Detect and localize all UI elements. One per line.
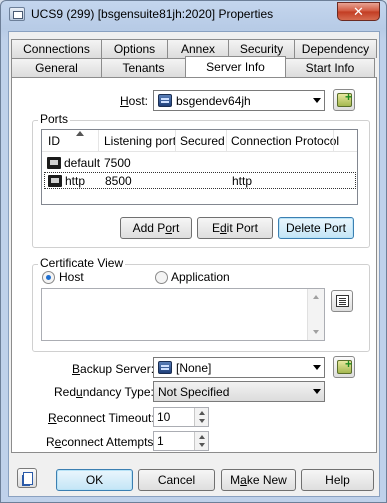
reconnect-timeout-spinner[interactable]: 10 [153,407,209,427]
copy-icon[interactable] [17,468,37,488]
certificate-scrollbar[interactable] [307,289,324,340]
certificate-details-button[interactable] [331,290,353,312]
spinner-buttons[interactable] [194,408,208,426]
close-button[interactable]: ✕ [337,2,380,21]
cancel-button[interactable]: Cancel [138,469,215,491]
tab-general[interactable]: General [11,58,102,77]
reconnect-attempts-label: Reconnect Attempts: [46,435,157,449]
server-icon [158,361,172,374]
host-add-button[interactable] [333,89,355,111]
host-value: bsgendev64jh [176,94,251,108]
edit-port-button[interactable]: Edit Port [197,217,273,239]
ok-button[interactable]: OK [56,469,133,491]
backup-server-label: Backup Server: [72,362,155,376]
tab-options[interactable]: Options [101,39,168,58]
tab-row-2: General Tenants Server Info Start Info [11,56,375,77]
chevron-down-icon [313,389,321,394]
column-id[interactable]: ID [48,134,60,148]
column-separator[interactable] [226,130,227,152]
tab-dependency[interactable]: Dependency [294,39,377,58]
application-radio[interactable] [155,271,168,284]
spin-up-icon[interactable] [199,435,205,439]
delete-port-button[interactable]: Delete Port [278,217,354,239]
scroll-up-icon[interactable] [313,295,319,299]
certificate-view-title: Certificate View [38,256,126,270]
ports-group-title: Ports [38,112,71,126]
application-radio-label[interactable]: Application [171,270,230,284]
spinner-buttons[interactable] [194,432,208,450]
redundancy-type-value: Not Specified [158,385,230,399]
port-number: 7500 [104,156,131,170]
table-row[interactable]: http 8500 http [44,172,356,189]
title-bar[interactable]: UCS9 (299) [bsgensuite81jh:2020] Propert… [1,1,386,29]
chevron-down-icon [313,98,321,103]
sort-ascending-icon [76,131,84,136]
spin-down-icon[interactable] [199,443,205,447]
window-title: UCS9 (299) [bsgensuite81jh:2020] Propert… [31,7,274,21]
tab-tenants[interactable]: Tenants [101,58,186,77]
column-secured[interactable]: Secured [180,134,225,148]
reconnect-attempts-value: 1 [157,434,164,448]
port-number: 8500 [105,174,132,188]
backup-server-combo[interactable]: [None] [153,357,325,378]
port-protocol: http [232,174,253,188]
column-separator[interactable] [98,130,99,152]
backup-server-value: [None] [176,361,212,375]
chevron-down-icon [313,365,321,370]
table-row[interactable]: default 7500 [44,155,356,172]
tab-connections[interactable]: Connections [11,39,102,58]
add-server-icon [337,90,352,107]
properties-window: UCS9 (299) [bsgensuite81jh:2020] Propert… [0,0,387,503]
backup-server-add-button[interactable] [333,356,355,378]
scroll-down-icon[interactable] [313,330,319,334]
port-id: http [65,174,86,188]
column-listening-port[interactable]: Listening port [104,134,176,148]
add-server-icon [337,357,352,374]
column-separator[interactable] [175,130,176,152]
port-icon [47,157,61,169]
server-info-panel: Host: bsgendev64jh Ports ID Listening po… [11,77,377,453]
host-radio-label[interactable]: Host [59,270,84,284]
certificate-notes-icon [336,295,349,307]
ports-list-header: ID Listening port Secured Connection Pro… [42,130,357,152]
redundancy-type-label: Redundancy Type: [54,385,154,399]
reconnect-attempts-spinner[interactable]: 1 [153,431,209,451]
window-icon [9,7,25,21]
port-id: default [64,156,101,170]
tab-server-info[interactable]: Server Info [185,56,286,77]
reconnect-timeout-value: 10 [157,410,171,424]
ports-list[interactable]: ID Listening port Secured Connection Pro… [41,129,358,205]
add-port-button[interactable]: Add Port [120,217,192,239]
host-radio[interactable] [42,271,55,284]
host-label: Host: [120,94,149,108]
server-icon [158,94,172,107]
tab-start-info[interactable]: Start Info [285,58,375,77]
reconnect-timeout-label: Reconnect Timeout: [48,411,155,425]
column-separator[interactable] [333,130,334,152]
host-combo[interactable]: bsgendev64jh [153,90,325,111]
redundancy-type-select[interactable]: Not Specified [153,381,325,402]
column-connection-protocol[interactable]: Connection Protocol [231,134,339,148]
make-new-button[interactable]: Make New [221,469,296,491]
help-button[interactable]: Help [301,469,374,491]
spin-down-icon[interactable] [199,419,205,423]
certificate-text[interactable] [41,288,325,341]
port-icon [48,175,62,187]
spin-up-icon[interactable] [199,411,205,415]
